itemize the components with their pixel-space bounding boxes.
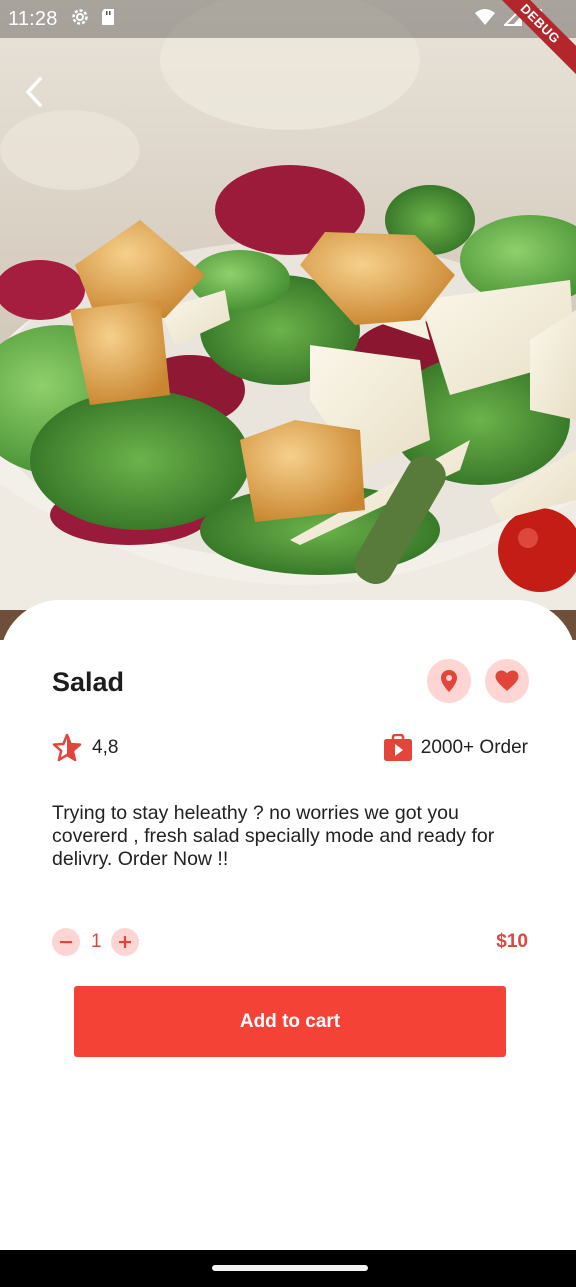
home-indicator[interactable] xyxy=(212,1265,368,1271)
product-image xyxy=(0,0,576,640)
quantity-stepper: 1 $10 xyxy=(52,928,528,956)
status-bar: 11:28 xyxy=(0,0,576,38)
back-button[interactable] xyxy=(14,72,54,112)
chevron-left-icon xyxy=(26,77,42,107)
product-description: Trying to stay heleathy ? no worries we … xyxy=(52,802,495,870)
location-pin-icon xyxy=(441,670,457,692)
minus-icon xyxy=(60,941,72,944)
star-icon xyxy=(52,733,82,762)
heart-icon xyxy=(495,670,519,691)
system-navigation-bar xyxy=(0,1250,576,1287)
orders-count: 2000+ Order xyxy=(420,737,528,758)
increment-button[interactable] xyxy=(110,928,139,956)
rating-row: 4,8 2000+ Order xyxy=(52,732,528,764)
product-price: $10 xyxy=(496,931,528,952)
product-title: Salad xyxy=(52,667,125,697)
add-to-cart-button[interactable]: Add to cart xyxy=(74,986,506,1057)
product-detail-screen: 11:28 DEBUG Salad 4,8 2000+ Order Trying… xyxy=(0,0,576,1250)
quantity-value: 1 xyxy=(91,931,102,952)
rating-value: 4,8 xyxy=(92,737,119,758)
orders-info: 2000+ Order xyxy=(383,734,528,762)
shopping-bag-icon xyxy=(383,734,412,761)
settings-icon xyxy=(70,7,90,32)
location-button[interactable] xyxy=(427,659,471,703)
wifi-icon xyxy=(474,8,496,31)
status-time: 11:28 xyxy=(8,7,58,30)
plus-icon xyxy=(118,936,131,948)
favorite-button[interactable] xyxy=(485,659,529,703)
sd-card-icon xyxy=(100,8,116,31)
decrement-button[interactable] xyxy=(52,928,80,956)
